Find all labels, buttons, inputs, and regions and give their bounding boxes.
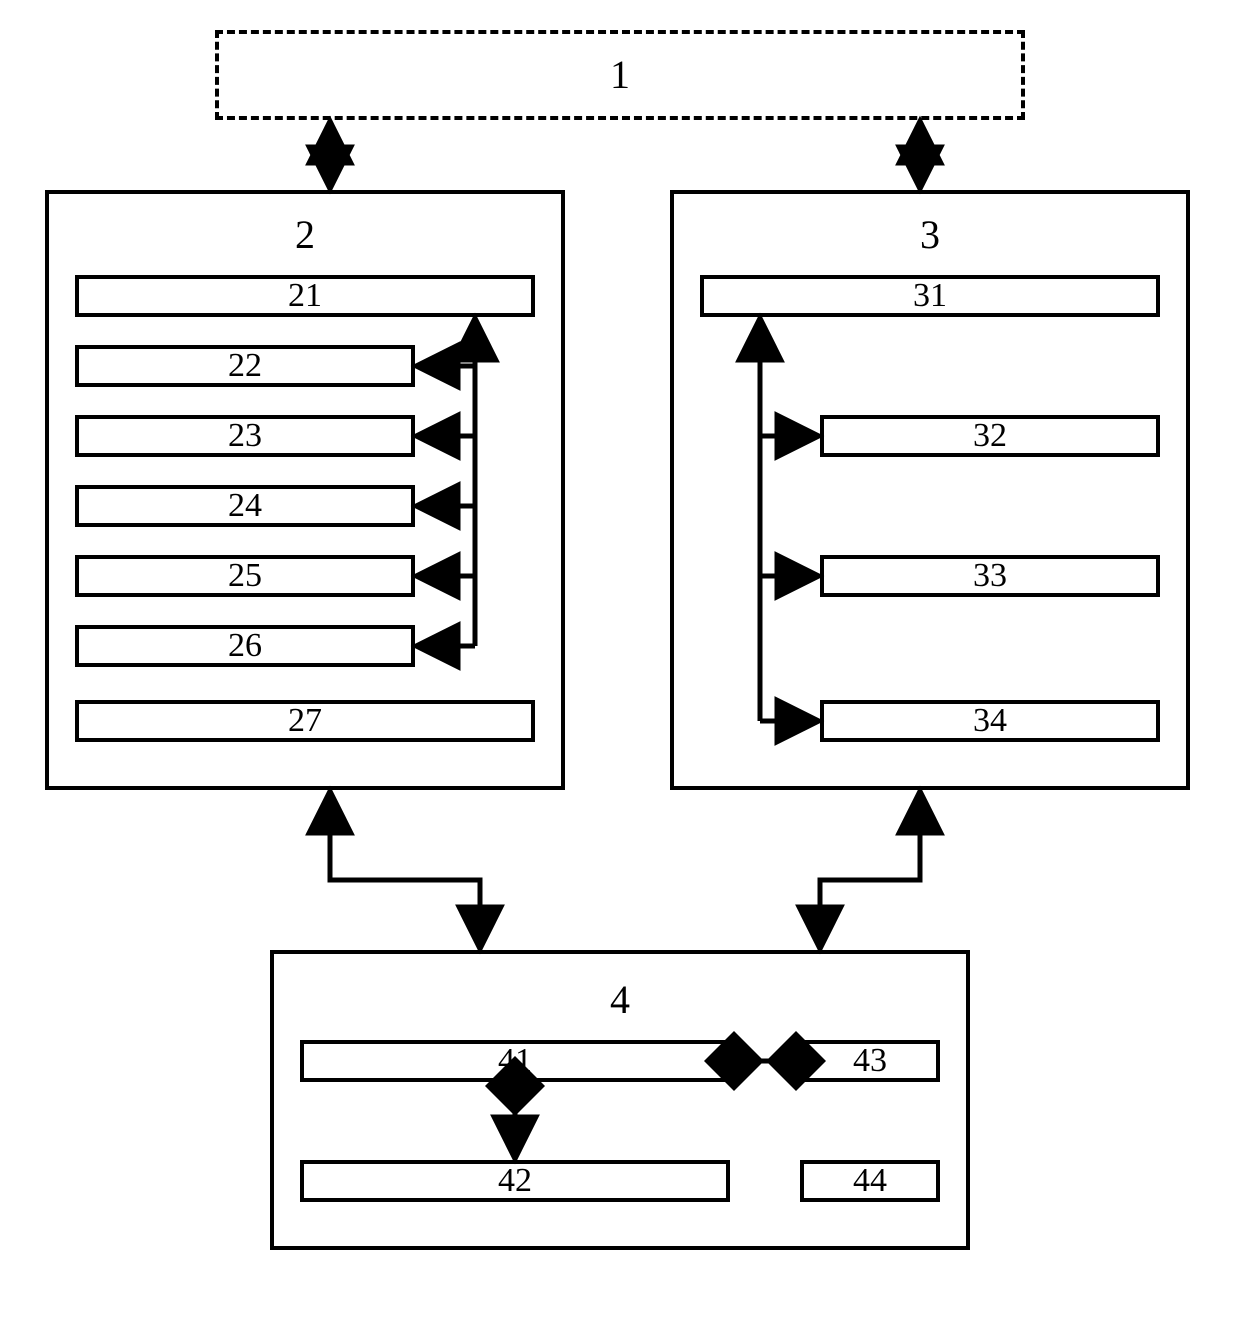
block-41-label: 41	[498, 1042, 532, 1080]
block-42-label: 42	[498, 1162, 532, 1200]
block-31: 31	[700, 275, 1160, 317]
block-33-label: 33	[973, 557, 1007, 595]
block-21-label: 21	[288, 277, 322, 315]
block-4-label: 4	[270, 980, 970, 1020]
edge-2-4	[330, 794, 480, 946]
block-44: 44	[800, 1160, 940, 1202]
block-42: 42	[300, 1160, 730, 1202]
block-23-label: 23	[228, 417, 262, 455]
block-27-label: 27	[288, 702, 322, 740]
block-32: 32	[820, 415, 1160, 457]
block-25: 25	[75, 555, 415, 597]
block-22: 22	[75, 345, 415, 387]
block-26: 26	[75, 625, 415, 667]
block-43: 43	[800, 1040, 940, 1082]
block-31-label: 31	[913, 277, 947, 315]
block-25-label: 25	[228, 557, 262, 595]
block-24: 24	[75, 485, 415, 527]
block-24-label: 24	[228, 487, 262, 525]
block-34-label: 34	[973, 702, 1007, 740]
block-34: 34	[820, 700, 1160, 742]
block-41: 41	[300, 1040, 730, 1082]
block-43-label: 43	[853, 1042, 887, 1080]
block-3-label: 3	[670, 215, 1190, 255]
block-27: 27	[75, 700, 535, 742]
block-44-label: 44	[853, 1162, 887, 1200]
block-23: 23	[75, 415, 415, 457]
block-2-label: 2	[45, 215, 565, 255]
block-32-label: 32	[973, 417, 1007, 455]
block-26-label: 26	[228, 627, 262, 665]
block-22-label: 22	[228, 347, 262, 385]
block-1: 1	[215, 30, 1025, 120]
block-21: 21	[75, 275, 535, 317]
block-1-label: 1	[610, 55, 630, 95]
block-33: 33	[820, 555, 1160, 597]
edge-3-4	[820, 794, 920, 946]
